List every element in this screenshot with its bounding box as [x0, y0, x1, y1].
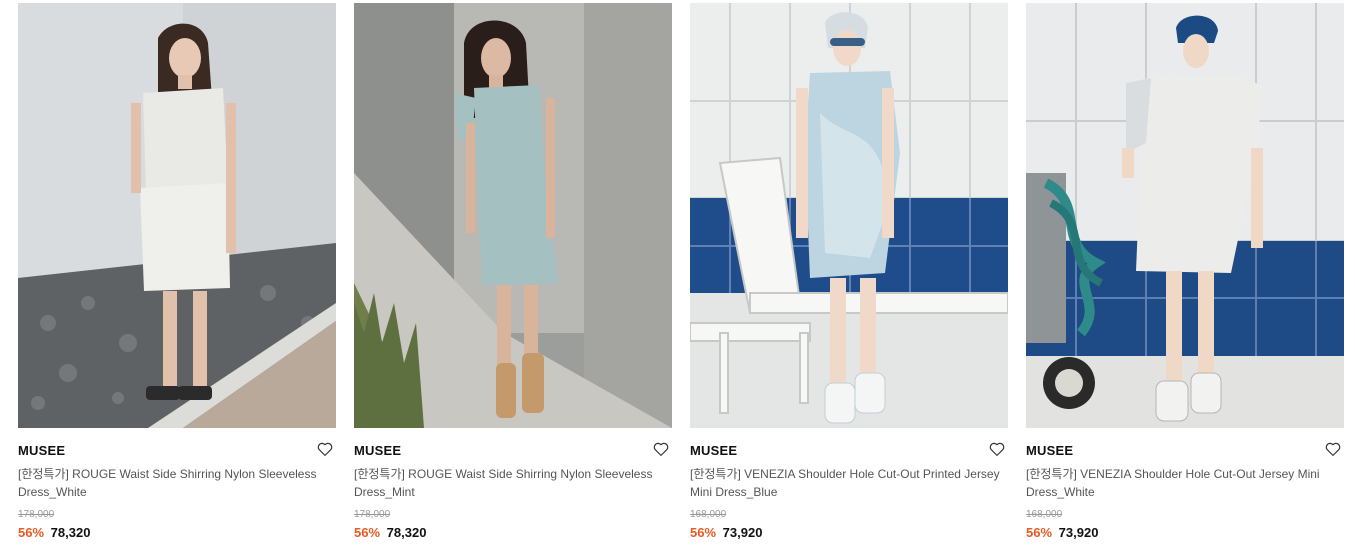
- wishlist-heart-icon[interactable]: [652, 440, 670, 458]
- original-price: 168,000: [690, 509, 727, 520]
- product-title[interactable]: [한정특가] VENEZIA Shoulder Hole Cut-Out Pri…: [690, 465, 1008, 501]
- brand-name: MUSEE: [354, 443, 402, 458]
- original-price: 178,000: [18, 509, 55, 520]
- original-price: 178,000: [354, 509, 391, 520]
- discount-rate: 56%: [354, 525, 381, 540]
- brand-name: MUSEE: [18, 443, 66, 458]
- price-row: 56% 78,320: [354, 525, 426, 540]
- product-card[interactable]: MUSEE [한정특가] ROUGE Waist Side Shirring N…: [18, 0, 336, 552]
- product-photo: [18, 3, 336, 428]
- discount-rate: 56%: [18, 525, 45, 540]
- wishlist-heart-icon[interactable]: [988, 440, 1006, 458]
- price-row: 56% 78,320: [18, 525, 90, 540]
- product-title[interactable]: [한정특가] VENEZIA Shoulder Hole Cut-Out Jer…: [1026, 465, 1344, 501]
- product-title[interactable]: [한정특가] ROUGE Waist Side Shirring Nylon S…: [354, 465, 672, 501]
- product-grid: MUSEE [한정특가] ROUGE Waist Side Shirring N…: [0, 0, 1355, 552]
- product-image[interactable]: [354, 3, 672, 428]
- sale-price: 78,320: [386, 525, 427, 540]
- price-row: 56% 73,920: [690, 525, 762, 540]
- product-card[interactable]: MUSEE [한정특가] VENEZIA Shoulder Hole Cut-O…: [690, 0, 1008, 552]
- product-photo: [690, 3, 1008, 428]
- sale-price: 73,920: [722, 525, 763, 540]
- wishlist-heart-icon[interactable]: [316, 440, 334, 458]
- original-price: 168,000: [1026, 509, 1063, 520]
- discount-rate: 56%: [1026, 525, 1053, 540]
- sale-price: 73,920: [1058, 525, 1099, 540]
- product-image[interactable]: [18, 3, 336, 428]
- brand-name: MUSEE: [1026, 443, 1074, 458]
- discount-rate: 56%: [690, 525, 717, 540]
- price-row: 56% 73,920: [1026, 525, 1098, 540]
- product-image[interactable]: [690, 3, 1008, 428]
- product-card[interactable]: MUSEE [한정특가] VENEZIA Shoulder Hole Cut-O…: [1026, 0, 1344, 552]
- brand-name: MUSEE: [690, 443, 738, 458]
- product-image[interactable]: [1026, 3, 1344, 428]
- product-photo: [354, 3, 672, 428]
- wishlist-heart-icon[interactable]: [1324, 440, 1342, 458]
- sale-price: 78,320: [50, 525, 91, 540]
- product-card[interactable]: MUSEE [한정특가] ROUGE Waist Side Shirring N…: [354, 0, 672, 552]
- product-title[interactable]: [한정특가] ROUGE Waist Side Shirring Nylon S…: [18, 465, 336, 501]
- product-photo: [1026, 3, 1344, 428]
